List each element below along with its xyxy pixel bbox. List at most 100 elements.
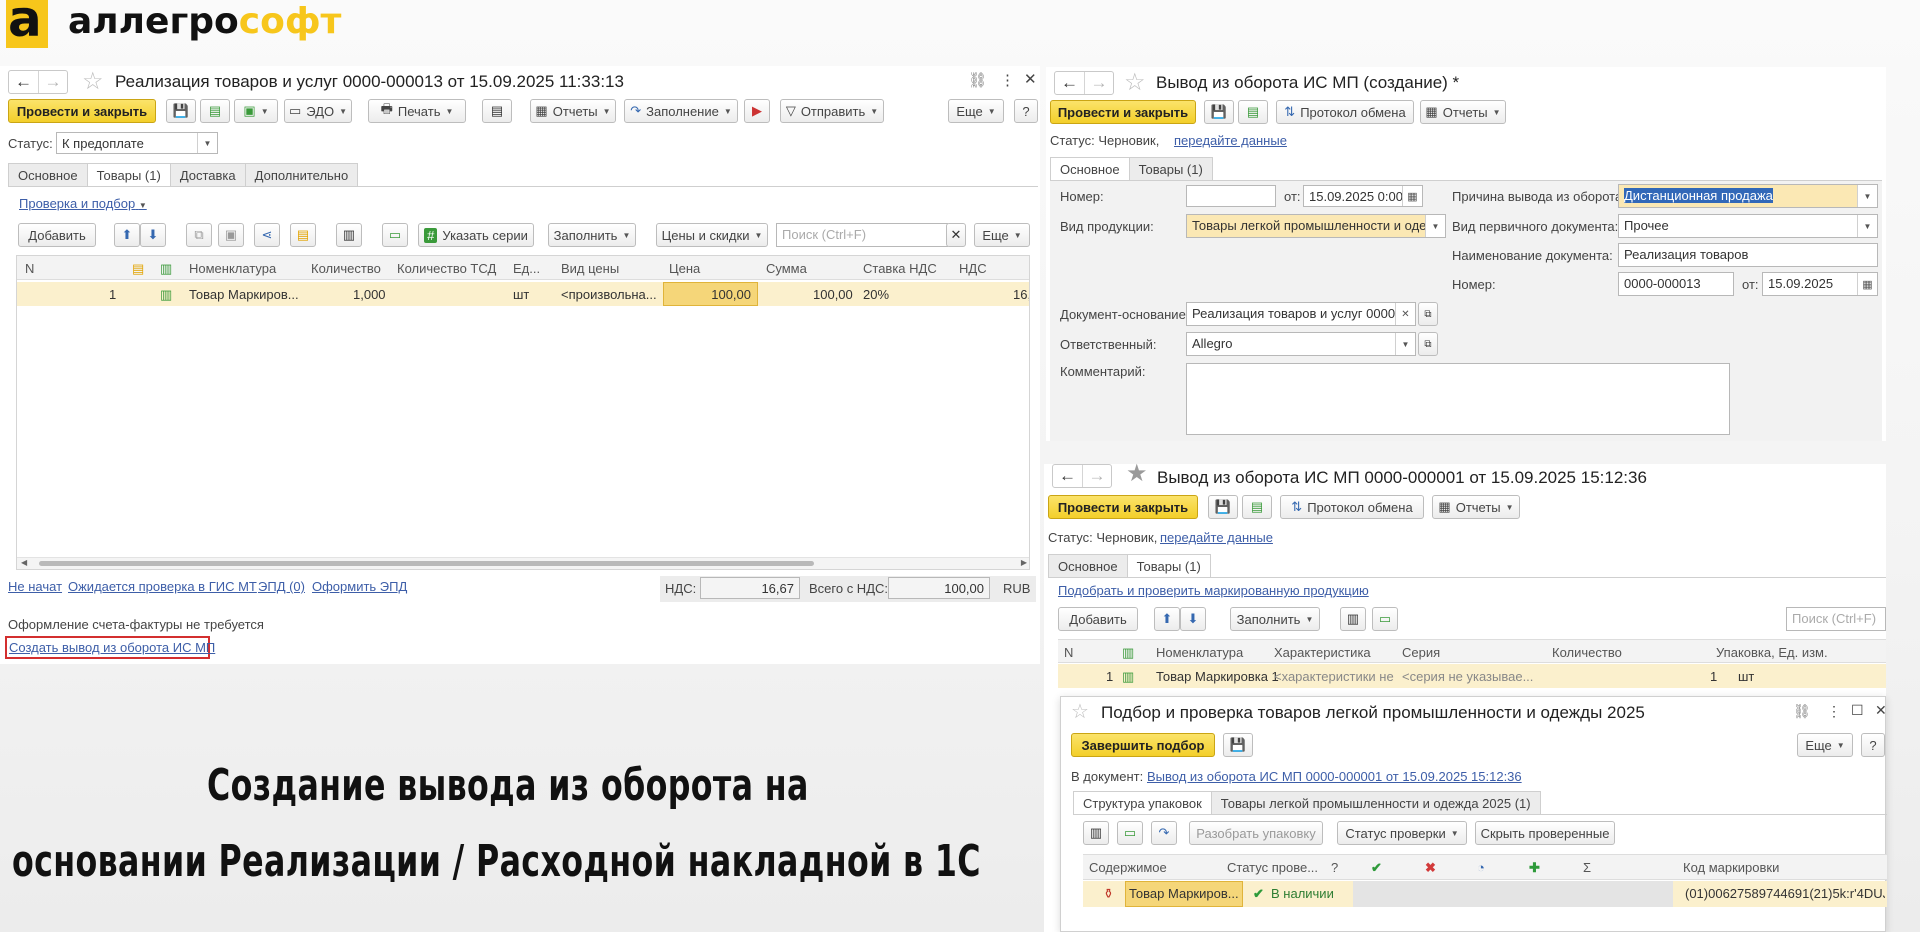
fill-table-button[interactable]: Заполнить ▼ bbox=[548, 223, 636, 247]
date-field[interactable]: 15.09.2025 0:00:00 ▦ bbox=[1303, 185, 1423, 207]
col-vat-rate[interactable]: Ставка НДС bbox=[863, 261, 937, 276]
sum-icon[interactable]: Σ bbox=[1583, 860, 1591, 875]
status-link-waiting[interactable]: Ожидается проверка в ГИС МТ bbox=[68, 579, 257, 594]
checkmark-icon[interactable]: ✔ bbox=[1371, 860, 1382, 876]
post-icon[interactable]: ▤ bbox=[1242, 495, 1272, 519]
unpack-button[interactable]: Разобрать упаковку bbox=[1189, 821, 1323, 845]
screen-check-icon[interactable]: ▭ bbox=[382, 223, 408, 247]
favorite-star-icon[interactable]: ☆ bbox=[82, 70, 104, 94]
tab-delivery[interactable]: Доставка bbox=[169, 163, 246, 187]
doc-number-field[interactable]: 0000-000013 bbox=[1618, 272, 1734, 296]
print-button[interactable]: 🖶 Печать ▼ bbox=[368, 99, 466, 123]
paste-icon[interactable]: ▣ bbox=[218, 223, 244, 247]
tab-goods[interactable]: Товары (1) bbox=[1128, 157, 1213, 181]
maximize-icon[interactable]: ☐ bbox=[1851, 702, 1864, 719]
nav-buttons[interactable]: ← → bbox=[8, 70, 68, 94]
col-check-status[interactable]: Статус прове... bbox=[1227, 860, 1318, 875]
col-item[interactable]: Номенклатура bbox=[1156, 645, 1243, 660]
col-series[interactable]: Серия bbox=[1402, 645, 1440, 660]
help-button[interactable]: ? bbox=[1861, 733, 1885, 757]
protocol-button[interactable]: ⇅ Протокол обмена bbox=[1276, 100, 1414, 124]
forward-icon[interactable]: → bbox=[1082, 465, 1111, 487]
col-question[interactable]: ? bbox=[1331, 860, 1338, 875]
col-vat[interactable]: НДС bbox=[959, 261, 987, 276]
row-price-cell[interactable]: 100,00 bbox=[663, 282, 758, 306]
fill-button[interactable]: ↷ Заполнение ▼ bbox=[624, 99, 738, 123]
report-icon[interactable]: ▤ bbox=[482, 99, 512, 123]
menu-dots-icon[interactable]: ⋮ bbox=[1827, 703, 1841, 720]
forward-icon[interactable]: → bbox=[1084, 72, 1113, 94]
open-icon[interactable]: ⧉ bbox=[1418, 332, 1438, 356]
search-input[interactable]: Поиск (Ctrl+F) bbox=[1786, 607, 1886, 631]
help-button[interactable]: ? bbox=[1014, 99, 1038, 123]
add-button[interactable]: Добавить bbox=[18, 223, 96, 247]
share-icon[interactable]: ⋖ bbox=[254, 223, 280, 247]
nav-buttons[interactable]: ← → bbox=[1052, 464, 1112, 488]
run-icon[interactable]: ▶ bbox=[744, 99, 770, 123]
barcode-icon[interactable]: ▥ bbox=[1340, 607, 1366, 631]
cross-icon[interactable]: ✖ bbox=[1425, 860, 1436, 876]
table-row[interactable]: 1 ▥ Товар Маркировка 1 <характеристики н… bbox=[1058, 664, 1886, 688]
col-n[interactable]: N bbox=[25, 261, 34, 276]
save-icon[interactable]: 💾 bbox=[1208, 495, 1238, 519]
reason-select[interactable]: Дистанционная продажа ▼ bbox=[1618, 184, 1878, 208]
plus-icon[interactable]: ✚ bbox=[1529, 860, 1540, 876]
tab-light-industry-goods[interactable]: Товары легкой промышленности и одежда 20… bbox=[1210, 791, 1541, 815]
post-close-button[interactable]: Провести и закрыть bbox=[1048, 495, 1198, 519]
calendar-icon[interactable]: ▦ bbox=[1857, 273, 1877, 295]
add-button[interactable]: Добавить bbox=[1058, 607, 1138, 631]
hide-checked-button[interactable]: Скрыть проверенные bbox=[1475, 821, 1615, 845]
move-down-icon[interactable]: ⬇ bbox=[1180, 607, 1206, 631]
scroll-left-icon[interactable]: ◀ bbox=[21, 558, 27, 567]
reports-button[interactable]: ▦ Отчеты ▼ bbox=[1420, 100, 1506, 124]
edo-button[interactable]: ▭ ЭДО ▼ bbox=[284, 99, 352, 123]
link-icon[interactable]: ⛓ bbox=[968, 71, 987, 89]
chevron-down-icon[interactable]: ▼ bbox=[1857, 215, 1877, 237]
calendar-icon[interactable]: ▦ bbox=[1402, 186, 1422, 206]
status-select[interactable]: К предоплате ▼ bbox=[56, 132, 218, 154]
check-status-button[interactable]: Статус проверки ▼ bbox=[1337, 821, 1467, 845]
more-button[interactable]: Еще ▼ bbox=[1797, 733, 1853, 757]
epd-link[interactable]: ЭПД (0) bbox=[258, 579, 305, 594]
chevron-down-icon[interactable]: ▼ bbox=[1857, 185, 1877, 207]
col-unit[interactable]: Ед... bbox=[513, 261, 540, 276]
primary-doc-select[interactable]: Прочее ▼ bbox=[1618, 214, 1878, 238]
status-link-not-started[interactable]: Не начат bbox=[8, 579, 62, 594]
tab-goods[interactable]: Товары (1) bbox=[1126, 554, 1211, 578]
prices-button[interactable]: Цены и скидки ▼ bbox=[656, 223, 768, 247]
chevron-down-icon[interactable]: ▼ bbox=[197, 133, 217, 153]
col-pack[interactable]: Упаковка, Ед. изм. bbox=[1716, 645, 1828, 660]
tab-main[interactable]: Основное bbox=[8, 163, 88, 187]
chevron-down-icon[interactable]: ▼ bbox=[1395, 333, 1415, 355]
screen-check-icon[interactable]: ▭ bbox=[1372, 607, 1398, 631]
favorite-star-icon[interactable]: ☆ bbox=[1071, 702, 1089, 722]
comment-textarea[interactable] bbox=[1186, 363, 1730, 435]
back-icon[interactable]: ← bbox=[9, 71, 38, 93]
save-icon[interactable]: 💾 bbox=[166, 99, 196, 123]
clear-search-icon[interactable]: ✕ bbox=[946, 223, 966, 247]
fill-button[interactable]: Заполнить ▼ bbox=[1230, 607, 1320, 631]
barcode-icon[interactable]: ▥ bbox=[1083, 821, 1109, 845]
col-sum[interactable]: Сумма bbox=[766, 261, 807, 276]
specify-series-button[interactable]: # Указать серии bbox=[418, 223, 534, 247]
scroll-right-icon[interactable]: ▶ bbox=[1021, 558, 1027, 567]
col-price[interactable]: Цена bbox=[669, 261, 700, 276]
move-up-icon[interactable]: ⬆ bbox=[1154, 607, 1180, 631]
col-qty[interactable]: Количество bbox=[311, 261, 381, 276]
open-icon[interactable]: ⧉ bbox=[1418, 302, 1438, 326]
clear-icon[interactable]: ✕ bbox=[1395, 303, 1415, 325]
chevron-down-icon[interactable]: ▼ bbox=[1425, 215, 1445, 237]
screen-check-icon[interactable]: ▭ bbox=[1117, 821, 1143, 845]
table-row[interactable]: 1 ▥ Товар Маркиров... 1,000 шт <произвол… bbox=[17, 282, 1029, 306]
tab-package-structure[interactable]: Структура упаковок bbox=[1073, 791, 1212, 815]
transfer-data-link[interactable]: передайте данные bbox=[1174, 133, 1287, 148]
horizontal-scrollbar[interactable]: ◀ ▶ bbox=[17, 557, 1029, 569]
responsible-field[interactable]: Allegro ▼ bbox=[1186, 332, 1416, 356]
more-button[interactable]: Еще ▼ bbox=[948, 99, 1004, 123]
col-qty-tsd[interactable]: Количество ТСД bbox=[397, 261, 496, 276]
doc-name-field[interactable]: Реализация товаров bbox=[1618, 243, 1878, 267]
col-n[interactable]: N bbox=[1064, 645, 1073, 660]
move-down-icon[interactable]: ⬇ bbox=[140, 223, 166, 247]
reports-button[interactable]: ▦ Отчеты ▼ bbox=[1432, 495, 1520, 519]
menu-dots-icon[interactable]: ⋮ bbox=[1000, 71, 1015, 89]
